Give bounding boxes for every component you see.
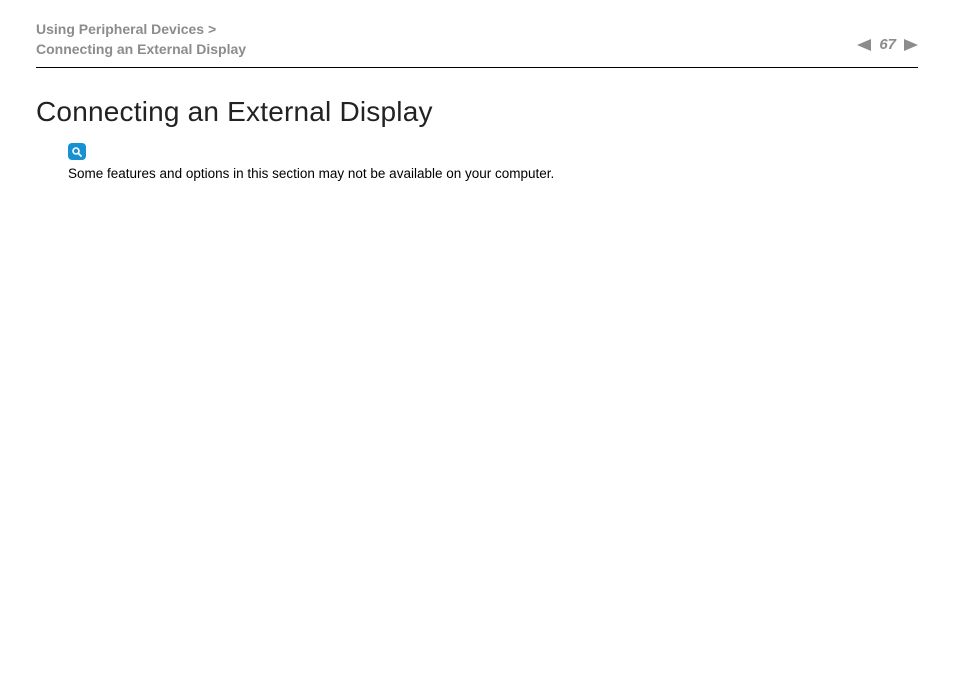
prev-page-button[interactable] <box>857 39 871 51</box>
breadcrumb-current: Connecting an External Display <box>36 41 246 57</box>
page-number: 67 <box>879 36 896 53</box>
next-page-button[interactable] <box>904 39 918 51</box>
note-text: Some features and options in this sectio… <box>68 164 918 184</box>
breadcrumb: Using Peripheral Devices > Connecting an… <box>36 20 246 59</box>
pager: 67 <box>857 36 918 53</box>
magnifier-icon <box>68 143 86 160</box>
note-block: Some features and options in this sectio… <box>68 142 918 185</box>
triangle-right-icon <box>904 39 918 51</box>
header-rule <box>36 67 918 68</box>
page-title: Connecting an External Display <box>36 96 918 128</box>
breadcrumb-separator: > <box>208 21 216 37</box>
breadcrumb-parent[interactable]: Using Peripheral Devices <box>36 21 204 37</box>
triangle-left-icon <box>857 39 871 51</box>
page-header: Using Peripheral Devices > Connecting an… <box>36 20 918 67</box>
